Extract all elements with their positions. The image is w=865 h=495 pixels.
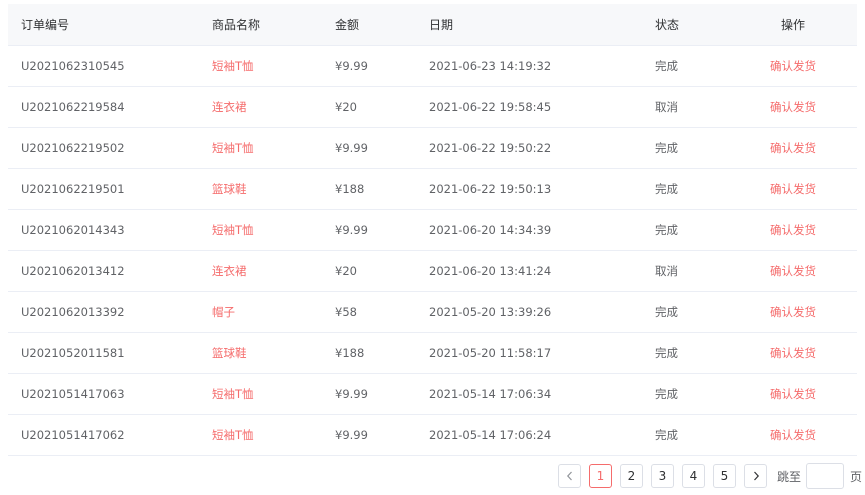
header-date: 日期 — [429, 4, 655, 46]
confirm-shipment-button[interactable]: 确认发货 — [729, 209, 857, 251]
table-header-row: 订单编号 商品名称 金额 日期 状态 操作 — [8, 4, 857, 46]
product-link[interactable]: 连衣裙 — [212, 250, 335, 292]
header-status: 状态 — [655, 4, 729, 46]
amount-cell: ¥9.99 — [335, 209, 429, 251]
confirm-shipment-button[interactable]: 确认发货 — [729, 291, 857, 333]
confirm-shipment-button[interactable]: 确认发货 — [729, 373, 857, 415]
page-button-5[interactable]: 5 — [713, 464, 736, 488]
date-cell: 2021-05-14 17:06:24 — [429, 414, 655, 456]
status-cell: 取消 — [655, 86, 729, 128]
table-row: U2021062219502 短袖T恤 ¥9.99 2021-06-22 19:50:… — [8, 127, 857, 169]
confirm-shipment-button[interactable]: 确认发货 — [729, 127, 857, 169]
status-cell: 完成 — [655, 332, 729, 374]
amount-cell: ¥9.99 — [335, 373, 429, 415]
jump-suffix: 页 — [850, 469, 863, 484]
order-id-cell: U2021062219584 — [8, 86, 212, 128]
amount-cell: ¥188 — [335, 168, 429, 210]
chevron-right-icon — [753, 471, 759, 481]
order-id-cell: U2021062014343 — [8, 209, 212, 251]
status-cell: 完成 — [655, 291, 729, 333]
order-id-cell: U2021052011581 — [8, 332, 212, 374]
product-link[interactable]: 帽子 — [212, 291, 335, 333]
order-id-cell: U2021062219502 — [8, 127, 212, 169]
amount-cell: ¥9.99 — [335, 45, 429, 87]
product-link[interactable]: 连衣裙 — [212, 86, 335, 128]
table-row: U2021062014343 短袖T恤 ¥9.99 2021-06-20 14:34:… — [8, 209, 857, 251]
order-id-cell: U2021062219501 — [8, 168, 212, 210]
amount-cell: ¥20 — [335, 86, 429, 128]
product-link[interactable]: 短袖T恤 — [212, 209, 335, 251]
header-amount: 金额 — [335, 4, 429, 46]
confirm-shipment-button[interactable]: 确认发货 — [729, 86, 857, 128]
date-cell: 2021-05-20 13:39:26 — [429, 291, 655, 333]
jump-page-input[interactable] — [806, 463, 845, 489]
amount-cell: ¥9.99 — [335, 414, 429, 456]
status-cell: 完成 — [655, 168, 729, 210]
order-id-cell: U2021051417062 — [8, 414, 212, 456]
date-cell: 2021-06-22 19:58:45 — [429, 86, 655, 128]
header-product: 商品名称 — [212, 4, 335, 46]
header-order-id: 订单编号 — [8, 4, 212, 46]
status-cell: 完成 — [655, 209, 729, 251]
order-id-cell: U2021062310545 — [8, 45, 212, 87]
table-row: U2021051417063 短袖T恤 ¥9.99 2021-05-14 17:06:… — [8, 373, 857, 415]
product-link[interactable]: 短袖T恤 — [212, 45, 335, 87]
order-id-cell: U2021062013392 — [8, 291, 212, 333]
table-row: U2021062219584 连衣裙 ¥20 2021-06-22 19:58:45 取… — [8, 86, 857, 128]
product-link[interactable]: 篮球鞋 — [212, 168, 335, 210]
status-cell: 完成 — [655, 373, 729, 415]
amount-cell: ¥20 — [335, 250, 429, 292]
jump-label: 跳至 — [777, 469, 802, 484]
page-button-1[interactable]: 1 — [589, 464, 612, 488]
confirm-shipment-button[interactable]: 确认发货 — [729, 45, 857, 87]
table-row: U2021062013412 连衣裙 ¥20 2021-06-20 13:41:24 取… — [8, 250, 857, 292]
page-button-2[interactable]: 2 — [620, 464, 643, 488]
table-row: U2021062310545 短袖T恤 ¥9.99 2021-06-23 14:19:… — [8, 45, 857, 87]
date-cell: 2021-06-22 19:50:22 — [429, 127, 655, 169]
date-cell: 2021-06-22 19:50:13 — [429, 168, 655, 210]
order-id-cell: U2021051417063 — [8, 373, 212, 415]
page-button-4[interactable]: 4 — [682, 464, 705, 488]
date-cell: 2021-05-14 17:06:34 — [429, 373, 655, 415]
header-action: 操作 — [729, 4, 857, 46]
table-header: 订单编号 商品名称 金额 日期 状态 操作 — [8, 4, 857, 46]
product-link[interactable]: 短袖T恤 — [212, 414, 335, 456]
table-row: U2021051417062 短袖T恤 ¥9.99 2021-05-14 17:06:… — [8, 414, 857, 456]
order-list-page: 订单编号 商品名称 金额 日期 状态 操作 U2021062310545 短袖T恤… — [0, 0, 865, 495]
status-cell: 完成 — [655, 45, 729, 87]
product-link[interactable]: 篮球鞋 — [212, 332, 335, 374]
amount-cell: ¥9.99 — [335, 127, 429, 169]
orders-table: 订单编号 商品名称 金额 日期 状态 操作 U2021062310545 短袖T恤… — [8, 4, 857, 456]
product-link[interactable]: 短袖T恤 — [212, 127, 335, 169]
table-row: U2021062013392 帽子 ¥58 2021-05-20 13:39:26 完成… — [8, 291, 857, 333]
table-row: U2021052011581 篮球鞋 ¥188 2021-05-20 11:58:17… — [8, 332, 857, 374]
prev-page-button[interactable] — [558, 464, 581, 488]
page-button-3[interactable]: 3 — [651, 464, 674, 488]
amount-cell: ¥58 — [335, 291, 429, 333]
pagination: 1 2 3 4 5 跳至 页 — [558, 463, 863, 489]
status-cell: 完成 — [655, 414, 729, 456]
table-body: U2021062310545 短袖T恤 ¥9.99 2021-06-23 14:19:… — [8, 45, 857, 456]
confirm-shipment-button[interactable]: 确认发货 — [729, 332, 857, 374]
next-page-button[interactable] — [744, 464, 767, 488]
status-cell: 完成 — [655, 127, 729, 169]
table-row: U2021062219501 篮球鞋 ¥188 2021-06-22 19:50:13… — [8, 168, 857, 210]
date-cell: 2021-06-20 13:41:24 — [429, 250, 655, 292]
confirm-shipment-button[interactable]: 确认发货 — [729, 168, 857, 210]
amount-cell: ¥188 — [335, 332, 429, 374]
order-id-cell: U2021062013412 — [8, 250, 212, 292]
date-cell: 2021-06-20 14:34:39 — [429, 209, 655, 251]
date-cell: 2021-05-20 11:58:17 — [429, 332, 655, 374]
confirm-shipment-button[interactable]: 确认发货 — [729, 250, 857, 292]
confirm-shipment-button[interactable]: 确认发货 — [729, 414, 857, 456]
date-cell: 2021-06-23 14:19:32 — [429, 45, 655, 87]
status-cell: 取消 — [655, 250, 729, 292]
product-link[interactable]: 短袖T恤 — [212, 373, 335, 415]
chevron-left-icon — [566, 471, 572, 481]
